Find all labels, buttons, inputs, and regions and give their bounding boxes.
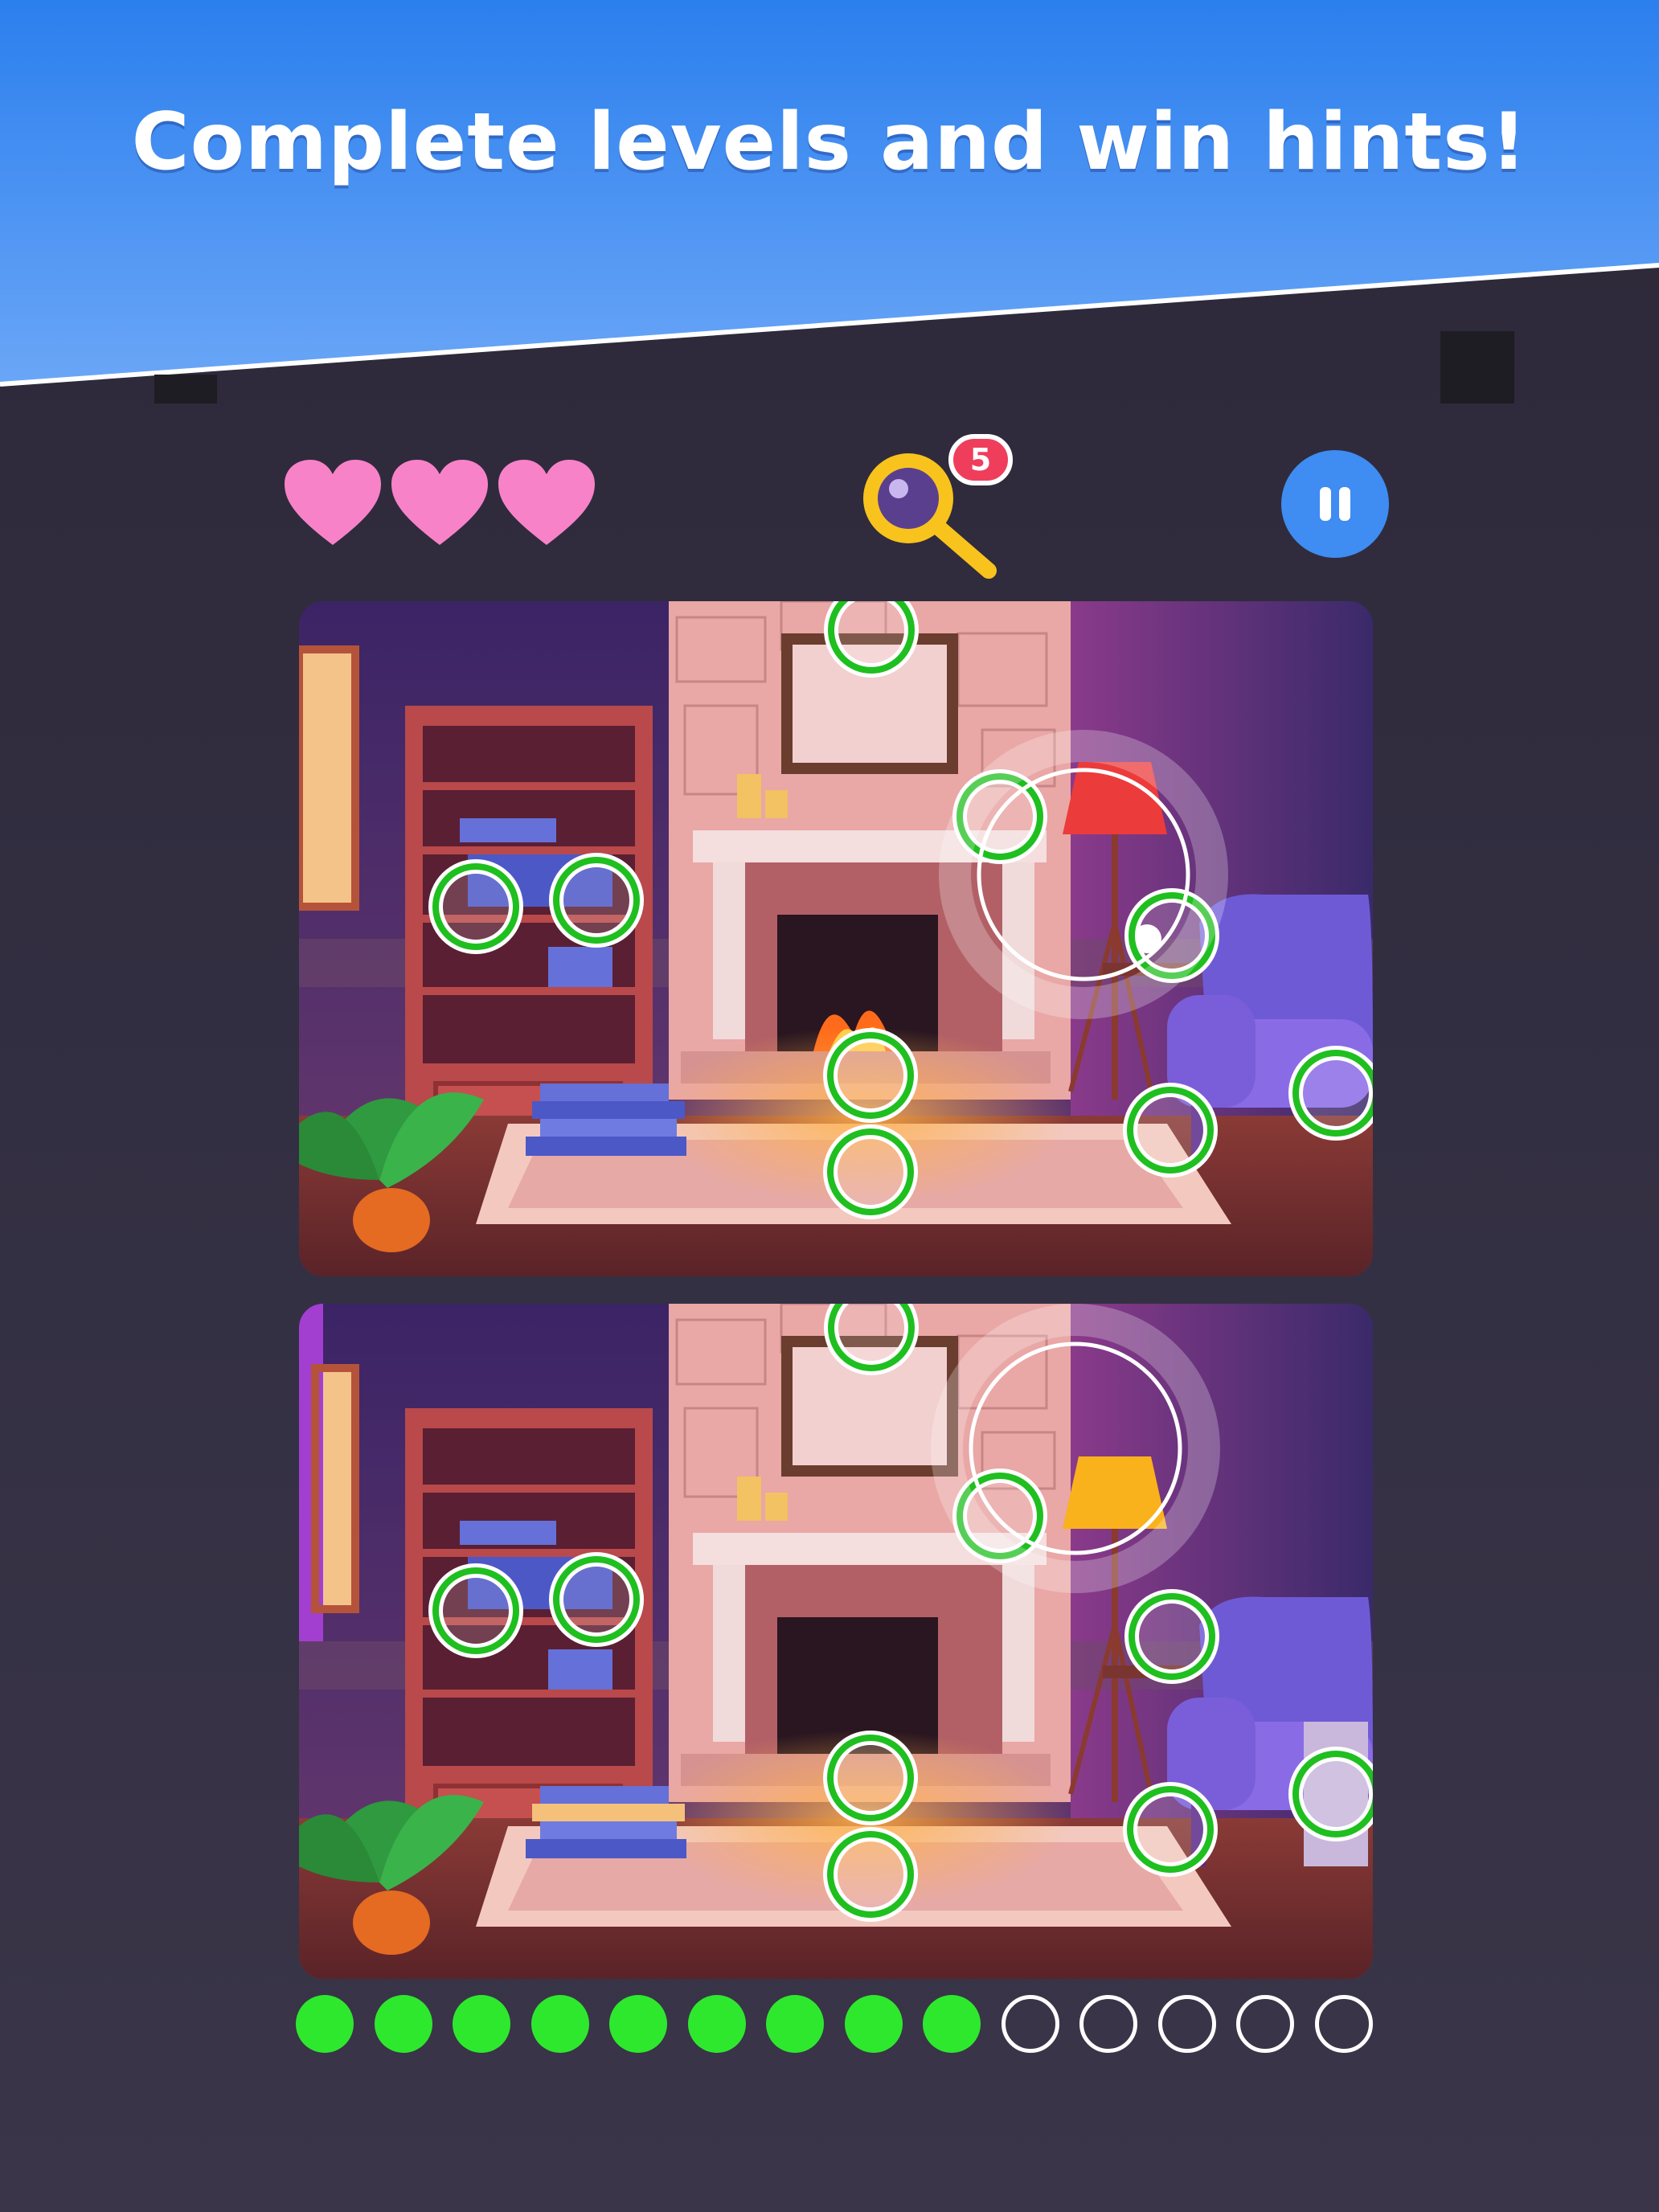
promo-banner bbox=[0, 0, 1659, 387]
progress-dot-found bbox=[296, 1995, 354, 2053]
hint-count-badge: 5 bbox=[948, 434, 1013, 485]
pause-icon bbox=[1339, 487, 1350, 521]
differences-progress bbox=[296, 1995, 1376, 2056]
progress-dot-remaining bbox=[1314, 1995, 1373, 2053]
progress-dot-remaining bbox=[1001, 1995, 1059, 2053]
progress-dot-remaining bbox=[1157, 1995, 1216, 2053]
progress-dot-found bbox=[923, 1995, 981, 2053]
pause-button[interactable] bbox=[1281, 450, 1389, 558]
progress-dot-found bbox=[453, 1995, 510, 2053]
scene-image-top[interactable] bbox=[299, 601, 1373, 1276]
progress-dot-remaining bbox=[1079, 1995, 1137, 2053]
progress-dot-found bbox=[609, 1995, 667, 2053]
game-screen: Complete levels and win hints! 5 bbox=[0, 0, 1659, 2212]
heart-icon bbox=[498, 460, 595, 545]
promo-headline: Complete levels and win hints! bbox=[131, 96, 1528, 188]
corner-square-left bbox=[154, 375, 217, 403]
progress-dot-remaining bbox=[1236, 1995, 1294, 2053]
progress-dot-found bbox=[687, 1995, 746, 2053]
progress-dot-found bbox=[530, 1995, 589, 2053]
lives-hearts bbox=[283, 458, 596, 547]
progress-dot-found bbox=[844, 1995, 903, 2053]
pause-icon bbox=[1320, 487, 1331, 521]
heart-icon bbox=[391, 460, 488, 545]
heart-icon bbox=[285, 460, 381, 545]
corner-square-right bbox=[1440, 331, 1514, 403]
progress-dot-found bbox=[374, 1995, 432, 2053]
scene-image-bottom[interactable] bbox=[299, 1304, 1373, 1979]
progress-dot-found bbox=[766, 1995, 824, 2053]
